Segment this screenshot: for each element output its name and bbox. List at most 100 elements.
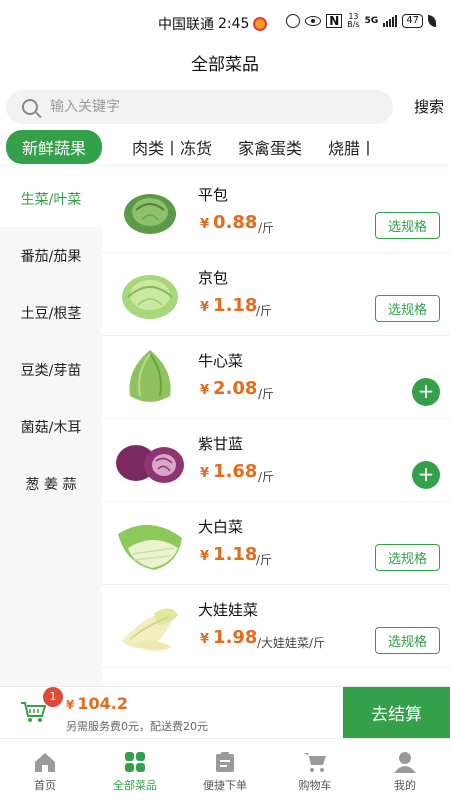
cart-icon[interactable]: [20, 701, 46, 723]
eye-comfort-icon: [305, 16, 322, 26]
net-speed: 13 B/s: [347, 13, 359, 29]
product-name: 大白菜: [198, 518, 244, 536]
net-speed-unit: B/s: [347, 20, 360, 29]
search-box[interactable]: [6, 90, 393, 124]
hd-call-icon: [286, 14, 301, 28]
red-cabbage-image: [116, 445, 184, 483]
napa-cabbage-image: [118, 524, 182, 570]
category-tab-roast-meat[interactable]: 烧腊丨: [328, 135, 376, 159]
nfc-icon: N: [326, 14, 343, 28]
currency-symbol: ¥: [200, 549, 210, 564]
sidebar-item-leafy-greens[interactable]: 生菜/叶菜: [0, 170, 102, 227]
signal-icon: [383, 15, 398, 27]
cart-summary-bar: 1 ¥104.2 另需服务费0元，配送费20元 去结算: [0, 686, 450, 738]
status-left: 中国联通 2:45: [158, 14, 268, 34]
tab-label: 全部菜品: [113, 779, 157, 792]
select-spec-button[interactable]: 选规格: [374, 295, 440, 322]
currency-symbol: ¥: [66, 698, 75, 712]
tab-cart[interactable]: 购物车: [270, 739, 360, 800]
product-price: ¥1.18: [200, 295, 257, 316]
round-cabbage-dark-image: [124, 194, 176, 234]
product-name: 大娃娃菜: [198, 601, 259, 619]
select-spec-button[interactable]: 选规格: [374, 544, 440, 571]
sidebar-item-beans-sprouts[interactable]: 豆类/芽苗: [0, 341, 102, 398]
status-right: N 13 B/s 5G 47: [286, 13, 436, 29]
bottom-tab-bar: 首页 全部菜品 便捷下单 购物车 我的: [0, 738, 450, 800]
tab-label: 购物车: [298, 779, 332, 792]
add-to-cart-button[interactable]: +: [412, 378, 440, 406]
category-tab-poultry-eggs[interactable]: 家禽蛋类: [238, 135, 302, 159]
price-value: 1.68: [213, 461, 258, 482]
tab-label: 便捷下单: [203, 779, 247, 792]
subcategory-sidebar: 生菜/叶菜 番茄/茄果 土豆/根茎 豆类/芽苗 菌菇/木耳 葱 姜 蒜: [0, 170, 102, 686]
product-unit: /斤: [256, 304, 273, 318]
baby-cabbage-image: [122, 608, 178, 651]
category-tabs: 新鲜蔬果 肉类丨冻货 家禽蛋类 烧腊丨: [0, 130, 450, 164]
category-tab-meat-frozen[interactable]: 肉类丨冻货: [132, 135, 212, 159]
network-type: 5G: [364, 16, 379, 26]
search-input[interactable]: [50, 99, 350, 115]
fee-note: 另需服务费0元，配送费20元: [66, 720, 208, 733]
sidebar-item-mushrooms[interactable]: 菌菇/木耳: [0, 398, 102, 455]
product-unit: /斤: [258, 387, 275, 401]
sidebar-item-root-vegetables[interactable]: 土豆/根茎: [0, 284, 102, 341]
cart-count-badge: 1: [43, 687, 63, 707]
product-name: 紫甘蓝: [198, 435, 244, 453]
cart-total-value: 104.2: [77, 694, 128, 713]
product-unit: /斤: [256, 553, 273, 567]
price-value: 0.88: [213, 212, 258, 233]
weibo-notification-icon: [253, 17, 268, 31]
product-item-partial[interactable]: [102, 668, 450, 686]
product-name: 牛心菜: [198, 352, 244, 370]
category-tab-fresh-produce[interactable]: 新鲜蔬果: [6, 130, 103, 164]
power-saving-icon: [428, 15, 436, 27]
product-item[interactable]: 大白菜 ¥1.18 /斤 选规格: [102, 502, 450, 585]
clock-label: 2:45: [218, 16, 250, 32]
page-title: 全部菜品: [191, 55, 259, 75]
tab-quick-order[interactable]: 便捷下单: [180, 739, 270, 800]
cart-icon: [304, 753, 326, 772]
clipboard-icon: [216, 752, 234, 772]
currency-symbol: ¥: [200, 217, 210, 232]
tab-home[interactable]: 首页: [0, 739, 90, 800]
product-item[interactable]: 京包 ¥1.18 /斤 选规格: [102, 253, 450, 336]
product-unit: /斤: [258, 221, 275, 235]
tab-profile[interactable]: 我的: [360, 739, 450, 800]
battery-level: 47: [402, 14, 423, 28]
product-price: ¥0.88: [200, 212, 257, 233]
carrier-label: 中国联通: [158, 17, 214, 33]
currency-symbol: ¥: [200, 300, 210, 315]
sidebar-item-tomato-eggplant[interactable]: 番茄/茄果: [0, 227, 102, 284]
price-value: 1.98: [213, 627, 258, 648]
product-price: ¥1.98: [200, 627, 257, 648]
price-value: 1.18: [213, 295, 258, 316]
checkout-button[interactable]: 去结算: [343, 687, 450, 738]
currency-symbol: ¥: [200, 383, 210, 398]
search-button[interactable]: 搜索: [414, 96, 444, 117]
product-list: 平包 ¥0.88 /斤 选规格 京包 ¥1.18 /斤 选规格 牛心菜 ¥2.0…: [102, 170, 450, 686]
currency-symbol: ¥: [200, 632, 210, 647]
grid-icon: [125, 752, 145, 772]
price-value: 2.08: [213, 378, 258, 399]
product-price: ¥1.18: [200, 544, 257, 565]
currency-symbol: ¥: [200, 466, 210, 481]
search-row: 搜索: [6, 90, 444, 124]
product-unit: /斤: [258, 470, 275, 484]
cart-total: ¥104.2: [66, 694, 128, 713]
pointed-cabbage-image: [129, 350, 171, 402]
product-unit: /大娃娃菜/斤: [257, 636, 326, 650]
status-bar: 中国联通 2:45 N 13 B/s 5G 47: [0, 0, 450, 44]
add-to-cart-button[interactable]: +: [412, 461, 440, 489]
product-price: ¥1.68: [200, 461, 257, 482]
product-item[interactable]: 紫甘蓝 ¥1.68 /斤 +: [102, 419, 450, 502]
tab-label: 我的: [394, 779, 416, 792]
select-spec-button[interactable]: 选规格: [374, 627, 440, 654]
product-item[interactable]: 大娃娃菜 ¥1.98 /大娃娃菜/斤 选规格: [102, 585, 450, 668]
sidebar-item-onion-ginger-garlic[interactable]: 葱 姜 蒜: [0, 455, 102, 512]
product-item[interactable]: 牛心菜 ¥2.08 /斤 +: [102, 336, 450, 419]
price-value: 1.18: [213, 544, 258, 565]
select-spec-button[interactable]: 选规格: [374, 212, 440, 239]
product-name: 平包: [198, 186, 229, 204]
tab-all-dishes[interactable]: 全部菜品: [90, 739, 180, 800]
product-item[interactable]: 平包 ¥0.88 /斤 选规格: [102, 170, 450, 253]
